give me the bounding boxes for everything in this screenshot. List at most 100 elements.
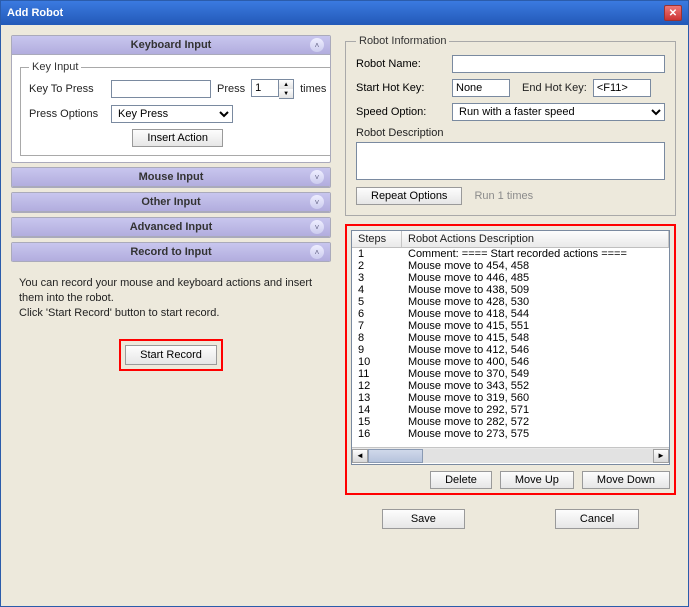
close-icon[interactable]: ✕ [664, 5, 682, 21]
press-count-stepper[interactable]: ▲ ▼ [251, 79, 294, 99]
robot-name-input[interactable] [452, 55, 665, 73]
save-button[interactable]: Save [382, 509, 465, 529]
speed-option-select[interactable]: Run with a faster speed [452, 103, 665, 121]
cell-step: 8 [352, 332, 402, 344]
spin-up-icon[interactable]: ▲ [279, 80, 293, 89]
key-to-press-input[interactable] [111, 80, 211, 98]
run-times-label: Run 1 times [474, 190, 533, 202]
cell-desc: Mouse move to 282, 572 [402, 416, 669, 428]
press-count-input[interactable] [251, 79, 279, 97]
press-options-label: Press Options [29, 108, 105, 120]
accordion-header-mouse[interactable]: Mouse Input ˅ [12, 168, 330, 187]
accordion-title: Mouse Input [139, 171, 204, 183]
cell-step: 9 [352, 344, 402, 356]
table-row[interactable]: 11Mouse move to 370, 549 [352, 368, 669, 380]
insert-action-button[interactable]: Insert Action [132, 129, 223, 147]
accordion-title: Advanced Input [130, 221, 213, 233]
robot-info-fieldset: Robot Information Robot Name: Start Hot … [345, 35, 676, 216]
delete-button[interactable]: Delete [430, 471, 492, 489]
accordion-header-advanced[interactable]: Advanced Input ˅ [12, 218, 330, 237]
move-up-button[interactable]: Move Up [500, 471, 574, 489]
accordion-header-record[interactable]: Record to Input ˄ [12, 243, 330, 262]
cell-desc: Mouse move to 343, 552 [402, 380, 669, 392]
cell-desc: Mouse move to 319, 560 [402, 392, 669, 404]
table-row[interactable]: 8Mouse move to 415, 548 [352, 332, 669, 344]
table-row[interactable]: 15Mouse move to 282, 572 [352, 416, 669, 428]
chevron-up-icon: ˄ [310, 38, 324, 52]
cell-step: 16 [352, 428, 402, 440]
press-options-select[interactable]: Key Press [111, 105, 233, 123]
add-robot-window: Add Robot ✕ Keyboard Input ˄ Key Input K… [0, 0, 689, 607]
table-row[interactable]: 4Mouse move to 438, 509 [352, 284, 669, 296]
cell-desc: Mouse move to 400, 546 [402, 356, 669, 368]
cancel-button[interactable]: Cancel [555, 509, 639, 529]
move-down-button[interactable]: Move Down [582, 471, 670, 489]
cell-desc: Comment: ==== Start recorded actions ===… [402, 248, 669, 260]
robot-info-legend: Robot Information [356, 35, 449, 47]
press-label: Press [217, 83, 245, 95]
action-list-highlight: Action List Steps Robot Actions Descript… [345, 224, 676, 495]
left-panel: Keyboard Input ˄ Key Input Key To Press … [1, 25, 341, 606]
cell-desc: Mouse move to 418, 544 [402, 308, 669, 320]
table-row[interactable]: 16Mouse move to 273, 575 [352, 428, 669, 440]
accordion-title: Record to Input [130, 246, 211, 258]
start-record-highlight: Start Record [119, 339, 223, 371]
cell-desc: Mouse move to 415, 551 [402, 320, 669, 332]
action-list-table[interactable]: Steps Robot Actions Description 1Comment… [351, 230, 670, 465]
speed-option-label: Speed Option: [356, 106, 446, 118]
cell-step: 4 [352, 284, 402, 296]
cell-step: 14 [352, 404, 402, 416]
cell-step: 1 [352, 248, 402, 260]
robot-desc-textarea[interactable] [356, 142, 665, 180]
end-hot-key-label: End Hot Key: [522, 82, 587, 94]
horizontal-scrollbar[interactable]: ◄ ► [352, 447, 669, 463]
cell-step: 13 [352, 392, 402, 404]
key-input-fieldset: Key Input Key To Press Press ▲ ▼ [20, 61, 331, 156]
start-hot-key-label: Start Hot Key: [356, 82, 446, 94]
scroll-right-icon[interactable]: ► [653, 449, 669, 463]
table-row[interactable]: 1Comment: ==== Start recorded actions ==… [352, 248, 669, 260]
table-row[interactable]: 14Mouse move to 292, 571 [352, 404, 669, 416]
window-title: Add Robot [7, 7, 63, 19]
chevron-down-icon: ˅ [310, 195, 324, 209]
chevron-up-icon: ˄ [310, 245, 324, 259]
record-desc-line1: You can record your mouse and keyboard a… [19, 276, 323, 306]
accordion-header-keyboard[interactable]: Keyboard Input ˄ [12, 36, 330, 55]
table-row[interactable]: 13Mouse move to 319, 560 [352, 392, 669, 404]
scroll-track[interactable] [368, 449, 653, 463]
table-row[interactable]: 12Mouse move to 343, 552 [352, 380, 669, 392]
titlebar[interactable]: Add Robot ✕ [1, 1, 688, 25]
table-row[interactable]: 10Mouse move to 400, 546 [352, 356, 669, 368]
cell-desc: Mouse move to 428, 530 [402, 296, 669, 308]
spin-down-icon[interactable]: ▼ [279, 89, 293, 98]
cell-step: 3 [352, 272, 402, 284]
start-hot-key-input[interactable] [452, 79, 510, 97]
col-desc[interactable]: Robot Actions Description [402, 231, 669, 247]
accordion-header-other[interactable]: Other Input ˅ [12, 193, 330, 212]
cell-desc: Mouse move to 438, 509 [402, 284, 669, 296]
accordion-keyboard: Keyboard Input ˄ Key Input Key To Press … [11, 35, 331, 163]
key-input-legend: Key Input [29, 61, 81, 73]
table-row[interactable]: 6Mouse move to 418, 544 [352, 308, 669, 320]
start-record-button[interactable]: Start Record [125, 345, 217, 365]
table-row[interactable]: 5Mouse move to 428, 530 [352, 296, 669, 308]
cell-step: 10 [352, 356, 402, 368]
scroll-thumb[interactable] [368, 449, 423, 463]
chevron-down-icon: ˅ [310, 170, 324, 184]
accordion-title: Keyboard Input [131, 39, 212, 51]
cell-desc: Mouse move to 370, 549 [402, 368, 669, 380]
table-row[interactable]: 7Mouse move to 415, 551 [352, 320, 669, 332]
cell-desc: Mouse move to 273, 575 [402, 428, 669, 440]
cell-desc: Mouse move to 446, 485 [402, 272, 669, 284]
col-steps[interactable]: Steps [352, 231, 402, 247]
table-body[interactable]: 1Comment: ==== Start recorded actions ==… [352, 248, 669, 447]
cell-desc: Mouse move to 292, 571 [402, 404, 669, 416]
times-label: times [300, 83, 326, 95]
cell-step: 11 [352, 368, 402, 380]
scroll-left-icon[interactable]: ◄ [352, 449, 368, 463]
table-row[interactable]: 3Mouse move to 446, 485 [352, 272, 669, 284]
table-row[interactable]: 2Mouse move to 454, 458 [352, 260, 669, 272]
end-hot-key-input[interactable] [593, 79, 651, 97]
repeat-options-button[interactable]: Repeat Options [356, 187, 462, 205]
table-row[interactable]: 9Mouse move to 412, 546 [352, 344, 669, 356]
